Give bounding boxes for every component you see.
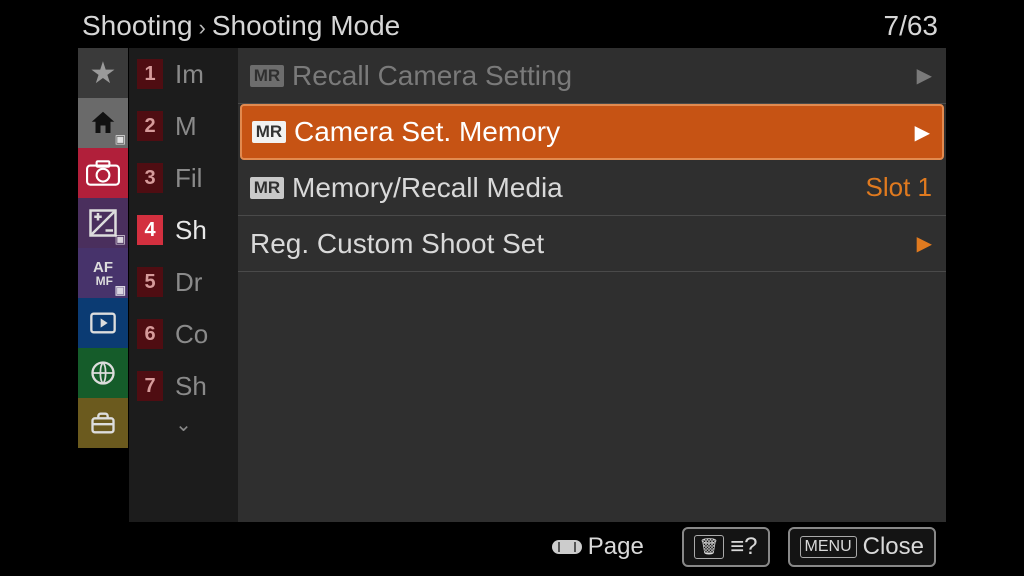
mr-badge: MR: [250, 65, 284, 87]
menu-panel: MR Recall Camera Setting ▶ MR Camera Set…: [238, 48, 946, 522]
menu-badge: MENU: [800, 536, 857, 558]
page-counter: 7/63: [883, 10, 938, 42]
menu-item-reg-custom-shoot-set[interactable]: Reg. Custom Shoot Set ▶: [238, 216, 946, 272]
camera-mini-icon: ▣: [115, 232, 126, 246]
menu-item-memory-recall-media[interactable]: MR Memory/Recall Media Slot 1: [238, 160, 946, 216]
tab-playback[interactable]: [78, 298, 128, 348]
section-item[interactable]: 1Im: [129, 48, 238, 100]
toolbox-icon: [89, 409, 117, 437]
tab-focus[interactable]: AF MF ▣: [78, 248, 128, 298]
breadcrumb-current: Shooting Mode: [212, 10, 400, 42]
menu-item-label: Reg. Custom Shoot Set: [250, 228, 544, 260]
section-item[interactable]: 4Sh: [129, 204, 238, 256]
menu-item-label: Recall Camera Setting: [292, 60, 572, 92]
mr-badge: MR: [252, 121, 286, 143]
chevron-down-icon: ⌄: [129, 412, 238, 434]
chevron-right-icon: ▶: [915, 120, 930, 145]
play-icon: [89, 309, 117, 337]
camera-icon: [86, 160, 120, 186]
chevron-right-icon: ▶: [917, 231, 932, 256]
trash-icon: 🗑: [694, 535, 724, 559]
tab-shooting[interactable]: [78, 148, 128, 198]
menu-item-value: Slot 1: [866, 172, 933, 203]
section-item[interactable]: 2M: [129, 100, 238, 152]
globe-icon: [89, 359, 117, 387]
section-item[interactable]: 6Co: [129, 308, 238, 360]
mr-badge: MR: [250, 177, 284, 199]
menu-item-recall-camera-setting[interactable]: MR Recall Camera Setting ▶: [238, 48, 946, 104]
camera-mini-icon: ▣: [115, 284, 126, 296]
wheel-icon: [552, 540, 582, 554]
menu-item-label: Camera Set. Memory: [294, 116, 560, 148]
footer: Page 🗑 ≡? MENU Close: [78, 522, 946, 572]
exposure-icon: [88, 208, 118, 238]
category-rail: ★ ▣ ▣ AF MF ▣: [78, 48, 128, 522]
section-item[interactable]: 3Fil: [129, 152, 238, 204]
breadcrumb: Shooting › Shooting Mode 7/63: [78, 4, 946, 48]
section-list: 1Im 2M 3Fil 4Sh 5Dr 6Co 7Sh ⌄: [128, 48, 238, 522]
tab-network[interactable]: [78, 348, 128, 398]
help-button[interactable]: 🗑 ≡?: [682, 527, 770, 567]
close-button[interactable]: MENU Close: [788, 527, 936, 567]
chevron-right-icon: ›: [199, 15, 206, 41]
section-item[interactable]: 5Dr: [129, 256, 238, 308]
home-icon: [88, 108, 118, 138]
breadcrumb-parent: Shooting: [82, 10, 193, 42]
tab-setup[interactable]: [78, 398, 128, 448]
close-label: Close: [863, 533, 924, 561]
page-hint: Page: [552, 533, 644, 561]
chevron-right-icon: ▶: [917, 63, 932, 88]
camera-mini-icon: ▣: [115, 132, 126, 146]
tab-favorites[interactable]: ★: [78, 48, 128, 98]
menu-item-camera-set-memory[interactable]: MR Camera Set. Memory ▶: [240, 104, 944, 160]
tab-main[interactable]: ▣: [78, 98, 128, 148]
section-item[interactable]: 7Sh: [129, 360, 238, 412]
tab-exposure[interactable]: ▣: [78, 198, 128, 248]
help-icon: ≡?: [730, 533, 757, 561]
menu-item-label: Memory/Recall Media: [292, 172, 563, 204]
